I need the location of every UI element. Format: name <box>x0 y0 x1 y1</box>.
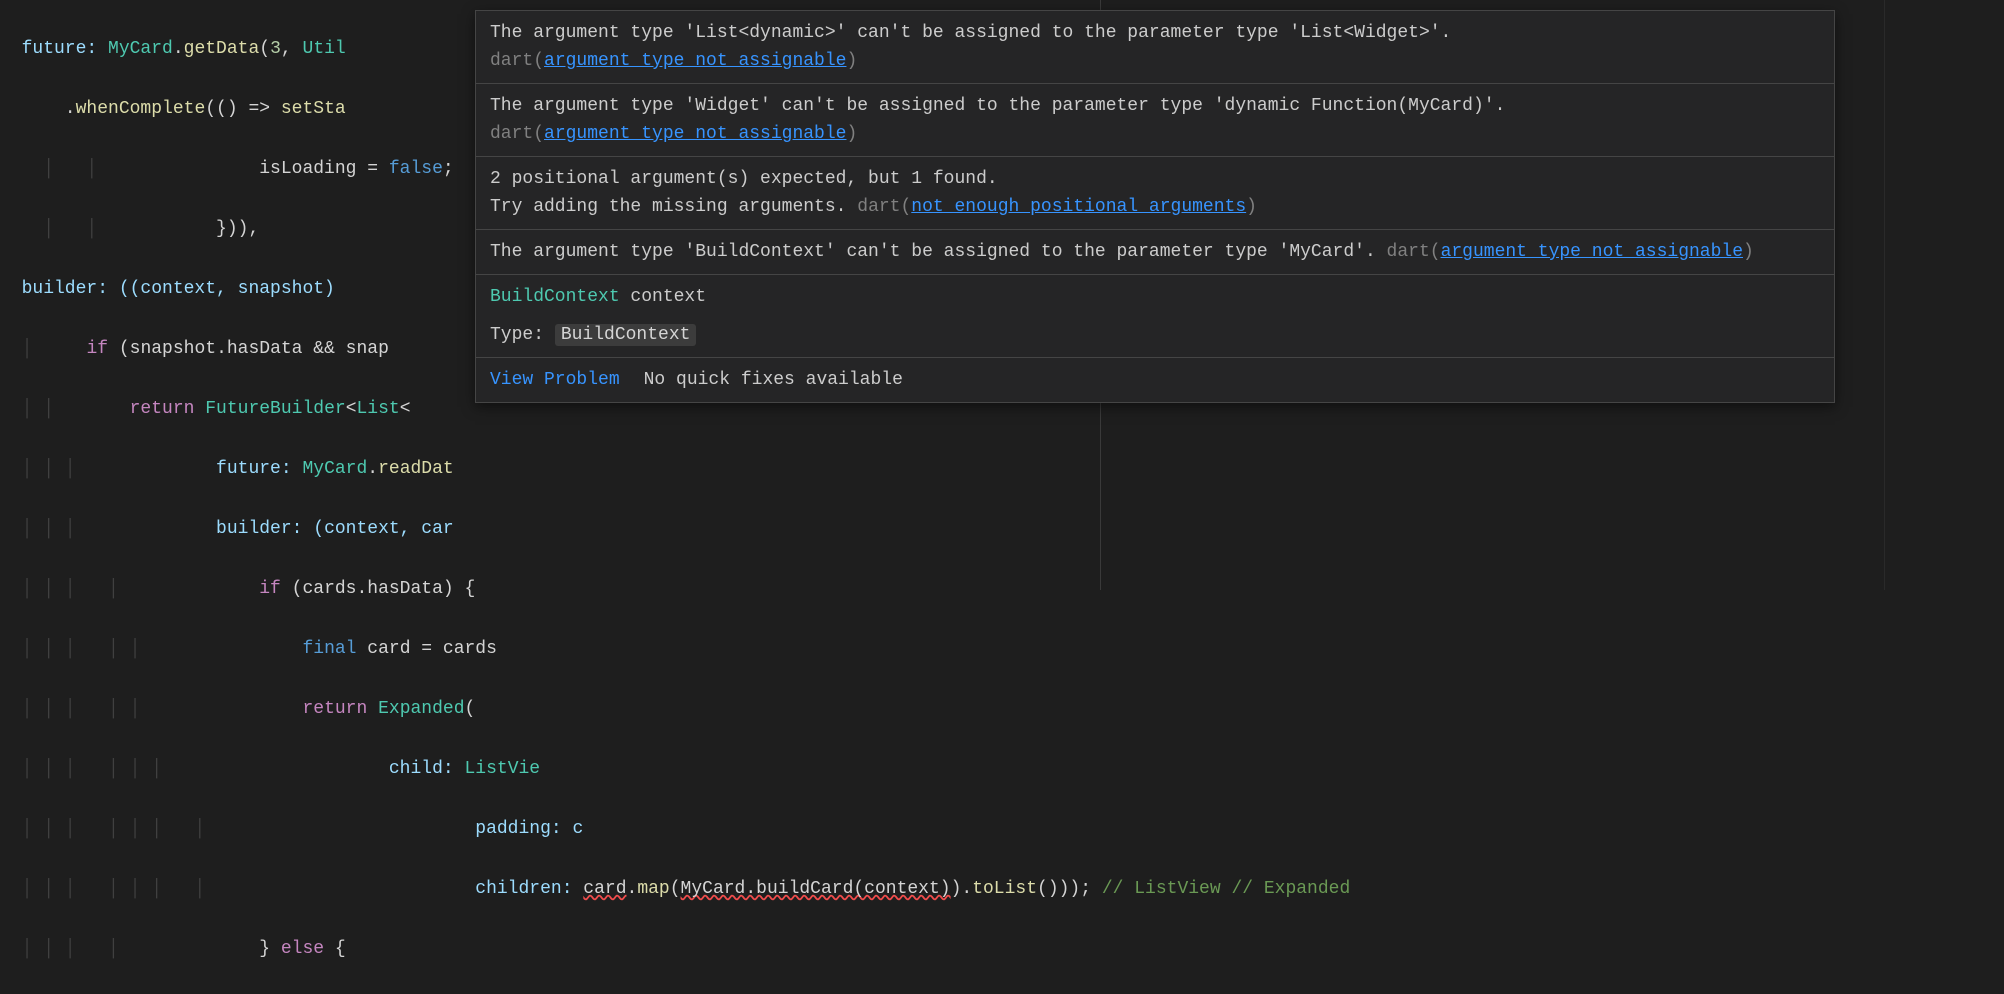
view-problem-link[interactable]: View Problem <box>490 366 620 394</box>
code-line[interactable]: │ │ │ │ │ │ │ children: card.map(MyCard.… <box>0 874 1350 904</box>
diagnostic-item: The argument type 'Widget' can't be assi… <box>476 84 1834 157</box>
no-quick-fix-label: No quick fixes available <box>644 366 903 394</box>
diagnostic-link[interactable]: not_enough_positional_arguments <box>911 197 1246 217</box>
tooltip-footer: View Problem No quick fixes available <box>476 358 1834 402</box>
diagnostic-item: The argument type 'BuildContext' can't b… <box>476 230 1834 275</box>
diagnostic-link[interactable]: argument_type_not_assignable <box>1441 242 1743 262</box>
hover-tooltip[interactable]: The argument type 'List<dynamic>' can't … <box>475 10 1835 403</box>
diagnostic-item: 2 positional argument(s) expected, but 1… <box>476 157 1834 230</box>
diagnostic-link[interactable]: argument_type_not_assignable <box>544 124 846 144</box>
diagnostic-link[interactable]: argument_type_not_assignable <box>544 51 846 71</box>
code-line[interactable]: │ │ │ future: MyCard.readDat <box>0 454 1350 484</box>
code-line[interactable]: │ │ │ │ } else { <box>0 934 1350 964</box>
symbol-signature: BuildContext context Type: BuildContext <box>476 275 1834 358</box>
minimap[interactable] <box>1884 0 2004 590</box>
code-line[interactable]: │ │ │ │ │ final card = cards <box>0 634 1350 664</box>
code-line[interactable]: │ │ │ │ │ │ child: ListVie <box>0 754 1350 784</box>
diagnostic-item: The argument type 'List<dynamic>' can't … <box>476 11 1834 84</box>
code-line[interactable]: │ │ │ │ if (cards.hasData) { <box>0 574 1350 604</box>
type-chip: BuildContext <box>555 324 697 346</box>
code-line[interactable]: │ │ │ │ │ │ │ padding: c <box>0 814 1350 844</box>
code-line[interactable]: │ │ │ builder: (context, car <box>0 514 1350 544</box>
code-line[interactable]: │ │ │ │ │ return Expanded( <box>0 694 1350 724</box>
